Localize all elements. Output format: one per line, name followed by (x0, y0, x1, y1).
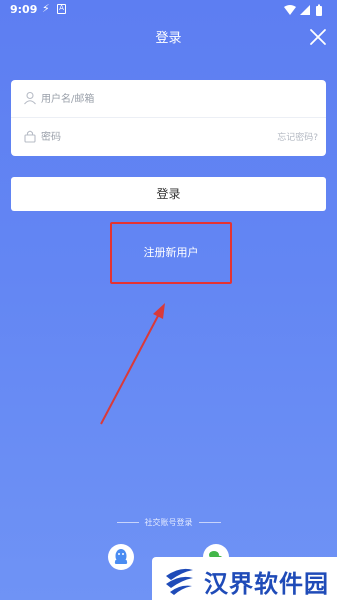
username-input[interactable] (41, 88, 261, 110)
a-icon: A (57, 4, 66, 14)
register-link-label: 注册新用户 (143, 246, 199, 259)
lock-icon (24, 130, 36, 143)
status-icons (283, 4, 327, 19)
password-field: 忘记密码? (11, 118, 326, 156)
forgot-password-link[interactable]: 忘记密码? (277, 130, 318, 143)
user-icon (24, 91, 36, 105)
close-icon (310, 29, 326, 45)
watermark-logo (166, 568, 193, 595)
username-field (11, 80, 326, 118)
login-form: 忘记密码? (11, 80, 326, 156)
status-bar: 9:09 ⚡ A (0, 0, 337, 20)
qq-icon (114, 549, 128, 564)
register-link[interactable]: 注册新用户 (110, 222, 232, 284)
battery-icon (316, 4, 322, 16)
watermark: 汉界软件园 (152, 557, 337, 600)
divider-line-left (116, 522, 139, 523)
page-title: 登录 (155, 31, 182, 46)
login-button[interactable]: 登录 (11, 177, 326, 211)
social-login-divider: 社交账号登录 (0, 517, 337, 528)
qq-login-button[interactable] (108, 544, 134, 570)
annotation-arrow-icon (100, 303, 165, 425)
signal-icon (300, 5, 310, 15)
divider-line-right (198, 522, 221, 523)
title-bar: 登录 (0, 20, 337, 54)
wifi-icon (284, 5, 296, 15)
close-button[interactable] (307, 26, 329, 48)
status-time: 9:09 (10, 3, 38, 16)
flash-icon: ⚡ (42, 2, 50, 15)
social-login-label: 社交账号登录 (144, 518, 193, 527)
watermark-text: 汉界软件园 (204, 570, 329, 598)
password-input[interactable] (41, 126, 261, 148)
